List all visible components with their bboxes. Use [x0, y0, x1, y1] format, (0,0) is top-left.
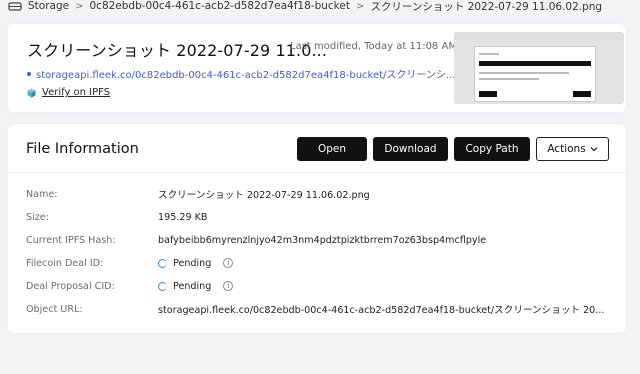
- thumbnail-line: [479, 53, 499, 55]
- verify-ipfs-link[interactable]: Verify on IPFS: [42, 87, 110, 98]
- info-icon[interactable]: i: [223, 281, 234, 291]
- thumbnail-line: [479, 72, 569, 74]
- actions-label: Actions: [547, 143, 586, 155]
- info-value: bafybeibb6myrenzlnjyo42m3nm4pdztpizktbrr…: [158, 234, 487, 246]
- info-value: 195.29 KB: [158, 211, 208, 223]
- verify-ipfs-row[interactable]: Verify on IPFS: [27, 87, 110, 98]
- info-value-pending: Pending i: [158, 280, 234, 292]
- info-row-size: Size: 195.29 KB: [26, 210, 616, 224]
- info-row-deal-proposal-cid: Deal Proposal CID: Pending i: [26, 279, 616, 293]
- pending-spinner-icon: [158, 281, 167, 291]
- thumbnail-dialog-bar: [479, 61, 591, 66]
- object-url-value[interactable]: storageapi.fleek.co/0c82ebdb-00c4-461c-a…: [158, 302, 604, 316]
- info-label: Filecoin Deal ID:: [26, 257, 104, 269]
- thumbnail-button: [573, 91, 591, 97]
- last-modified-text: Last modified, Today at 11:08 AM: [290, 41, 457, 52]
- pending-text: Pending: [173, 257, 212, 269]
- thumbnail-dialog: [474, 46, 596, 102]
- section-title: File Information: [26, 141, 139, 157]
- info-value-pending: Pending i: [158, 257, 234, 269]
- chevron-right-icon: >: [355, 0, 365, 12]
- storage-icon: [8, 1, 22, 11]
- breadcrumb-current-file: スクリーンショット 2022-07-29 11.06.02.png: [370, 0, 603, 13]
- breadcrumb: Storage > 0c82ebdb-00c4-461c-acb2-d582d7…: [0, 0, 603, 13]
- info-label: Size:: [26, 211, 49, 223]
- info-icon[interactable]: i: [223, 258, 234, 268]
- info-label: Name:: [26, 188, 58, 200]
- breadcrumb-bucket-link[interactable]: 0c82ebdb-00c4-461c-acb2-d582d7ea4f18-buc…: [89, 0, 349, 12]
- file-header-card: スクリーンショット 2022-07-29 11.0... Last modifi…: [8, 24, 626, 112]
- file-preview-thumbnail[interactable]: [454, 32, 624, 104]
- file-information-card: File Information Open Download Copy Path…: [8, 124, 626, 333]
- link-dot-icon: [27, 71, 31, 76]
- download-button[interactable]: Download: [373, 137, 448, 161]
- breadcrumb-storage-link[interactable]: Storage: [28, 0, 69, 12]
- info-row-filecoin-deal-id: Filecoin Deal ID: Pending i: [26, 256, 616, 270]
- info-label: Object URL:: [26, 303, 83, 315]
- pending-spinner-icon: [158, 258, 167, 268]
- info-row-name: Name: スクリーンショット 2022-07-29 11.06.02.png: [26, 187, 616, 202]
- thumbnail-toolbar: [454, 32, 624, 40]
- info-row-object-url: Object URL: storageapi.fleek.co/0c82ebdb…: [26, 302, 616, 317]
- info-label: Deal Proposal CID:: [26, 280, 115, 292]
- info-label: Current IPFS Hash:: [26, 234, 116, 246]
- thumbnail-line: [479, 78, 539, 80]
- file-title: スクリーンショット 2022-07-29 11.0...: [27, 41, 328, 60]
- divider: [8, 172, 626, 173]
- file-url-link[interactable]: storageapi.fleek.co/0c82ebdb-00c4-461c-a…: [36, 66, 455, 81]
- info-value: スクリーンショット 2022-07-29 11.06.02.png: [158, 190, 370, 201]
- open-button[interactable]: Open: [297, 137, 367, 161]
- actions-dropdown-button[interactable]: Actions: [536, 137, 609, 161]
- pending-text: Pending: [173, 280, 212, 292]
- thumbnail-button: [479, 91, 497, 97]
- ipfs-cube-icon: [27, 88, 36, 97]
- info-row-ipfs-hash: Current IPFS Hash: bafybeibb6myrenzlnjyo…: [26, 233, 616, 247]
- file-url-row[interactable]: storageapi.fleek.co/0c82ebdb-00c4-461c-a…: [27, 66, 455, 81]
- chevron-down-icon: [590, 147, 598, 152]
- chevron-right-icon: >: [75, 0, 84, 12]
- copy-path-button[interactable]: Copy Path: [454, 137, 530, 161]
